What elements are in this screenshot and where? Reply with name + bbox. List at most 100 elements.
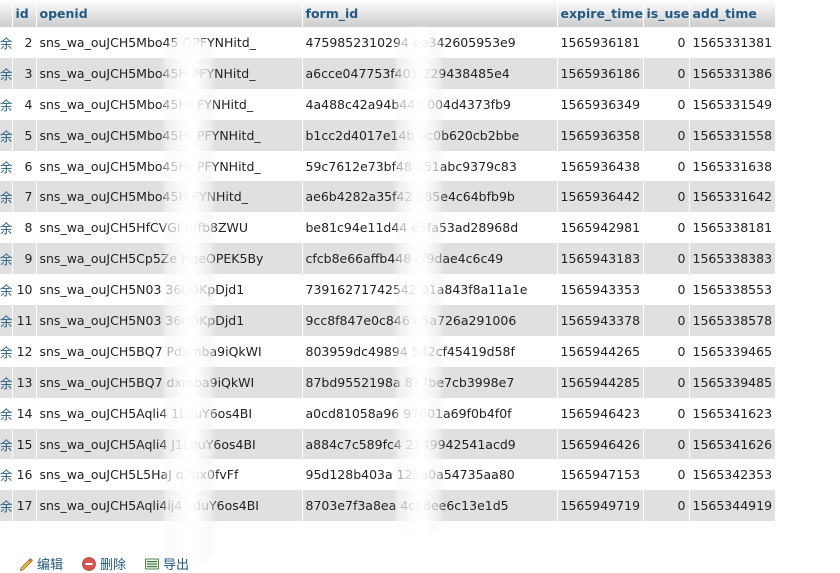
table-row[interactable]: 余 9 sns_wa_ouJCH5Cp5Ze HqeOPEK5By cfcb8e66a… bbox=[0, 243, 776, 275]
cell-is-use: 0 bbox=[643, 428, 690, 460]
cell-add-time: 1565331386 bbox=[689, 57, 776, 89]
row-edit-link[interactable]: 余 bbox=[0, 150, 13, 182]
cell-expire-time: 1565944265 bbox=[557, 335, 644, 367]
cell-id: 11 bbox=[12, 305, 37, 336]
delete-action[interactable]: 删除 bbox=[81, 554, 126, 573]
cell-id: 15 bbox=[12, 428, 37, 460]
column-header-form-id[interactable]: form_id bbox=[302, 0, 558, 27]
cell-is-use: 0 bbox=[643, 490, 690, 522]
table-row[interactable]: 余 14 sns_wa_ouJCH5Aqli4 1LduY6os4BI a0cd810… bbox=[0, 397, 776, 429]
table-row[interactable]: 余 13 sns_wa_ouJCH5BQ7 dxmba9iQkWI 87bd95521… bbox=[0, 366, 776, 398]
cell-expire-time: 1565944285 bbox=[557, 366, 644, 398]
cell-add-time: 1565331549 bbox=[689, 88, 776, 120]
row-edit-link[interactable]: 余 bbox=[0, 490, 13, 522]
row-edit-link[interactable]: 余 bbox=[0, 212, 13, 244]
cell-expire-time: 1565946426 bbox=[557, 428, 644, 460]
results-table: id openid form_id expire_time is_use add… bbox=[0, 0, 776, 522]
cell-id: 13 bbox=[12, 366, 37, 398]
row-edit-link[interactable]: 余 bbox=[0, 243, 13, 275]
table-row[interactable]: 余 11 sns_wa_ouJCH5N03 36uOKpDjd1 9cc8f847e0… bbox=[0, 305, 776, 336]
row-edit-link[interactable]: 余 bbox=[0, 119, 13, 151]
cell-add-time: 1565338383 bbox=[689, 243, 776, 275]
cell-id: 5 bbox=[12, 119, 37, 151]
column-header-actions bbox=[0, 0, 13, 27]
cell-expire-time: 1565936442 bbox=[557, 181, 644, 213]
cell-is-use: 0 bbox=[643, 335, 690, 367]
cell-is-use: 0 bbox=[643, 459, 690, 491]
table-row[interactable]: 余 12 sns_wa_ouJCH5BQ7 Pdxmba9iQkWI 803959dc… bbox=[0, 335, 776, 367]
table-row[interactable]: 余 10 sns_wa_ouJCH5N03 36uOKpDjd1 7391627174… bbox=[0, 274, 776, 306]
cell-expire-time: 1565936349 bbox=[557, 88, 644, 120]
cell-is-use: 0 bbox=[643, 366, 690, 398]
cell-is-use: 0 bbox=[643, 397, 690, 429]
row-edit-link[interactable]: 余 bbox=[0, 57, 13, 89]
cell-add-time: 1565339485 bbox=[689, 366, 776, 398]
table-header-row: id openid form_id expire_time is_use add… bbox=[0, 0, 776, 27]
delete-icon bbox=[82, 556, 96, 571]
row-edit-link[interactable]: 余 bbox=[0, 397, 13, 429]
cell-expire-time: 1565943378 bbox=[557, 305, 644, 336]
cell-is-use: 0 bbox=[643, 274, 690, 306]
export-action[interactable]: 导出 bbox=[144, 554, 189, 573]
redaction-blur-form-id bbox=[396, 28, 442, 540]
cell-is-use: 0 bbox=[643, 88, 690, 120]
table-row[interactable]: 余 7 sns_wa_ouJCH5Mbo45H FYNHitd_ ae6b4282a3… bbox=[0, 181, 776, 213]
table-row[interactable]: 余 6 sns_wa_ouJCH5Mbo45Hr PFYNHitd_ 59c7612e… bbox=[0, 150, 776, 182]
cell-id: 4 bbox=[12, 88, 37, 120]
column-header-openid[interactable]: openid bbox=[36, 0, 303, 27]
cell-is-use: 0 bbox=[643, 305, 690, 336]
cell-expire-time: 1565946423 bbox=[557, 397, 644, 429]
column-header-is-use[interactable]: is_use bbox=[643, 0, 690, 27]
column-header-add-time[interactable]: add_time bbox=[689, 0, 776, 27]
row-edit-link[interactable]: 余 bbox=[0, 428, 13, 460]
cell-is-use: 0 bbox=[643, 212, 690, 244]
cell-add-time: 1565331638 bbox=[689, 150, 776, 182]
cell-id: 9 bbox=[12, 243, 37, 275]
row-edit-link[interactable]: 余 bbox=[0, 366, 13, 398]
cell-add-time: 1565341623 bbox=[689, 397, 776, 429]
edit-label: 编辑 bbox=[37, 558, 64, 573]
row-edit-link[interactable]: 余 bbox=[0, 305, 13, 336]
cell-id: 3 bbox=[12, 57, 37, 89]
cell-add-time: 1565331642 bbox=[689, 181, 776, 213]
table-row[interactable]: 余 8 sns_wa_ouJCH5HfCVGI nrfb8ZWU be81c94e11… bbox=[0, 212, 776, 244]
row-edit-link[interactable]: 余 bbox=[0, 27, 13, 58]
export-icon bbox=[145, 558, 159, 569]
cell-is-use: 0 bbox=[643, 119, 690, 151]
cell-expire-time: 1565943353 bbox=[557, 274, 644, 306]
table-row[interactable]: 余 16 sns_wa_ouJCH5L5HaJ q2ux0fvFf 95d128b40… bbox=[0, 459, 776, 491]
cell-is-use: 0 bbox=[643, 57, 690, 89]
table-row[interactable]: 余 4 sns_wa_ouJCH5Mbo45Hr FYNHitd_ 4a488c42a… bbox=[0, 88, 776, 120]
cell-expire-time: 1565943183 bbox=[557, 243, 644, 275]
pencil-icon bbox=[19, 557, 33, 571]
table-row[interactable]: 余 3 sns_wa_ouJCH5Mbo45H PFYNHitd_ a6cce0477… bbox=[0, 57, 776, 89]
row-edit-link[interactable]: 余 bbox=[0, 274, 13, 306]
cell-is-use: 0 bbox=[643, 243, 690, 275]
cell-id: 17 bbox=[12, 490, 37, 522]
cell-add-time: 1565331381 bbox=[689, 27, 776, 58]
cell-expire-time: 1565949719 bbox=[557, 490, 644, 522]
table-row[interactable]: 余 15 sns_wa_ouJCH5Aqli4 J1LduY6os4BI a884c7… bbox=[0, 428, 776, 460]
edit-action[interactable]: 编辑 bbox=[18, 554, 63, 573]
row-edit-link[interactable]: 余 bbox=[0, 335, 13, 367]
table-row[interactable]: 余 2 sns_wa_ouJCH5Mbo45 QPFYNHitd_ 475985231… bbox=[0, 27, 776, 58]
cell-id: 2 bbox=[12, 27, 37, 58]
cell-id: 7 bbox=[12, 181, 37, 213]
table-row[interactable]: 余 5 sns_wa_ouJCH5Mbo45Hr PFYNHitd_ b1cc2d40… bbox=[0, 119, 776, 151]
cell-expire-time: 1565936358 bbox=[557, 119, 644, 151]
row-edit-link[interactable]: 余 bbox=[0, 459, 13, 491]
table-row[interactable]: 余 17 sns_wa_ouJCH5Aqli4ij4 LduY6os4BI 8703e… bbox=[0, 490, 776, 522]
cell-is-use: 0 bbox=[643, 150, 690, 182]
column-header-id[interactable]: id bbox=[12, 0, 37, 27]
cell-is-use: 0 bbox=[643, 181, 690, 213]
cell-add-time: 1565338181 bbox=[689, 212, 776, 244]
cell-id: 8 bbox=[12, 212, 37, 244]
row-edit-link[interactable]: 余 bbox=[0, 88, 13, 120]
cell-is-use: 0 bbox=[643, 27, 690, 58]
delete-label: 删除 bbox=[100, 558, 127, 573]
cell-id: 6 bbox=[12, 150, 37, 182]
row-edit-link[interactable]: 余 bbox=[0, 181, 13, 213]
cell-add-time: 1565331558 bbox=[689, 119, 776, 151]
cell-expire-time: 1565936181 bbox=[557, 27, 644, 58]
column-header-expire-time[interactable]: expire_time bbox=[557, 0, 644, 27]
